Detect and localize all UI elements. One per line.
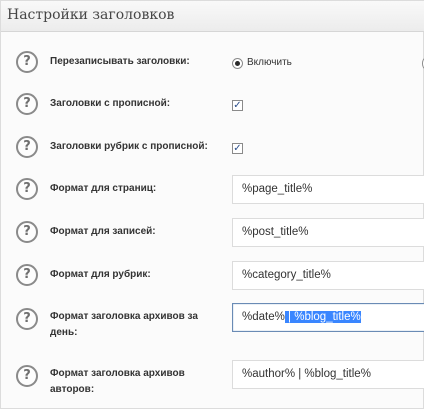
title-settings-panel: Настройки заголовков ? Перезаписывать за… bbox=[0, 0, 424, 409]
help-icon[interactable]: ? bbox=[16, 178, 38, 200]
page-format-input[interactable]: %page_title% bbox=[232, 175, 424, 204]
daily-archive-format-input[interactable]: %date% | %blog_title% bbox=[232, 303, 424, 332]
setting-label-rewrite-titles: Перезаписывать заголовки: bbox=[50, 56, 190, 67]
help-icon[interactable]: ? bbox=[16, 264, 38, 286]
post-format-input[interactable]: %post_title% bbox=[232, 218, 424, 247]
help-icon[interactable]: ? bbox=[16, 365, 38, 387]
selected-text: | %blog_title% bbox=[284, 311, 361, 323]
help-icon[interactable]: ? bbox=[16, 136, 38, 158]
capitalize-titles-checkbox[interactable]: ✓ bbox=[232, 100, 243, 111]
help-icon[interactable]: ? bbox=[16, 93, 38, 115]
enable-radio-label[interactable]: Включить bbox=[247, 57, 292, 68]
setting-label-daily-archive-format: Формат заголовка архивов за bbox=[50, 311, 198, 322]
capitalize-category-titles-checkbox[interactable]: ✓ bbox=[232, 143, 243, 154]
setting-label-capitalize-titles: Заголовки с прописной: bbox=[50, 98, 171, 109]
help-icon[interactable]: ? bbox=[16, 221, 38, 243]
panel-title: Настройки заголовков bbox=[7, 7, 175, 23]
setting-label-author-archive-format-cont: авторов: bbox=[50, 384, 95, 395]
panel-header: Настройки заголовков bbox=[1, 1, 424, 32]
help-icon[interactable]: ? bbox=[16, 308, 38, 330]
enable-radio-button[interactable] bbox=[232, 58, 243, 69]
input-text: %date% bbox=[242, 311, 285, 323]
setting-label-category-format: Формат для рубрик: bbox=[50, 269, 151, 280]
setting-label-capitalize-category-titles: Заголовки рубрик с прописной: bbox=[50, 141, 208, 152]
setting-label-daily-archive-format-cont: день: bbox=[50, 327, 78, 338]
help-icon[interactable]: ? bbox=[16, 51, 38, 73]
setting-label-post-format: Формат для записей: bbox=[50, 226, 156, 237]
author-archive-format-input[interactable]: %author% | %blog_title% bbox=[232, 360, 424, 389]
category-format-input[interactable]: %category_title% bbox=[232, 261, 424, 290]
setting-label-page-format: Формат для страниц: bbox=[50, 183, 157, 194]
setting-label-author-archive-format: Формат заголовка архивов bbox=[50, 368, 185, 379]
